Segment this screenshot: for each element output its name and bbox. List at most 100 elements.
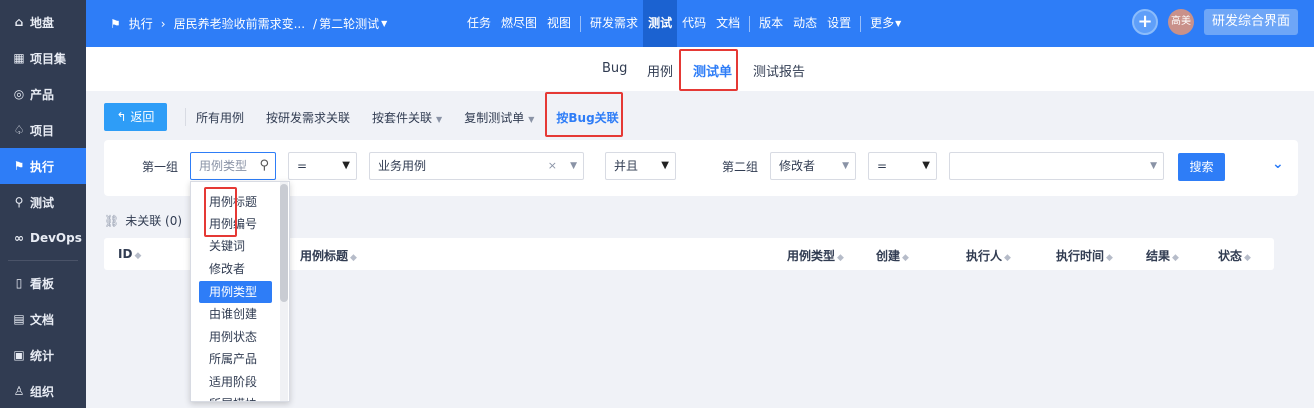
group1-label: 第一组 <box>142 160 179 174</box>
nav-more[interactable]: 更多 <box>865 0 899 47</box>
nav-test[interactable]: 测试 <box>643 0 678 47</box>
sidebar-item-org[interactable]: ♙ 组织 <box>0 373 86 408</box>
filter-link-by-suite[interactable]: 按套件关联 ▼ <box>372 109 442 126</box>
people-icon: ♙ <box>13 384 25 398</box>
top-bar: ⚑ 执行 › 居民养老验收前需求变... / 第二轮测试 ▼ 任务 燃尽图 视图… <box>86 0 1314 47</box>
column-status[interactable]: 状态 ◆ <box>1218 247 1251 264</box>
breadcrumb-project[interactable]: 居民养老验收前需求变... <box>174 15 305 32</box>
column-label: 执行人 <box>966 249 1003 263</box>
avatar[interactable]: 高美 <box>1167 9 1194 35</box>
dropdown-option[interactable]: 用例状态 <box>199 326 272 348</box>
chevron-down-icon: ▼ <box>922 160 930 171</box>
filter-all-cases[interactable]: 所有用例 <box>196 109 244 126</box>
dropdown-option[interactable]: 所属模块 <box>199 393 272 401</box>
nav-burndown[interactable]: 燃尽图 <box>496 0 542 47</box>
back-button[interactable]: ↰ 返回 <box>104 103 167 131</box>
nav-task[interactable]: 任务 <box>462 0 496 47</box>
sort-icon: ◆ <box>350 253 357 263</box>
sidebar-item-project[interactable]: ♤ 项目 <box>0 112 86 148</box>
filter-copy-testtask-label: 复制测试单 <box>464 110 525 125</box>
sort-icon: ◆ <box>1172 253 1179 263</box>
sidebar-divider <box>8 260 78 261</box>
double-chevron-down-icon[interactable]: ⌄ <box>1272 156 1284 172</box>
dropdown-option-selected[interactable]: 用例类型 <box>199 281 272 303</box>
sort-icon: ◆ <box>1004 253 1011 263</box>
chevron-down-icon: ▼ <box>436 114 443 124</box>
highlight-link-by-bug <box>545 92 623 137</box>
column-assignee[interactable]: 执行人 ◆ <box>966 247 1011 264</box>
sidebar-item-devops[interactable]: ∞ DevOps <box>0 220 86 256</box>
nav-doc[interactable]: 文档 <box>711 0 745 47</box>
nav-divider <box>749 15 751 32</box>
scrollbar-thumb[interactable] <box>280 184 288 302</box>
switch-interface-button[interactable]: 研发综合界面 <box>1203 9 1298 35</box>
sort-icon: ◆ <box>837 253 844 263</box>
column-label: 状态 <box>1218 249 1243 263</box>
column-run-time[interactable]: 执行时间 ◆ <box>1056 247 1113 264</box>
sidebar-item-product[interactable]: ◎ 产品 <box>0 76 86 112</box>
filter-copy-testtask[interactable]: 复制测试单 ▼ <box>464 109 534 126</box>
sidebar-item-doc[interactable]: ▤ 文档 <box>0 301 86 337</box>
breadcrumb: ⚑ 执行 › 居民养老验收前需求变... / 第二轮测试 ▼ <box>86 15 387 32</box>
logic-value: 并且 <box>614 159 639 173</box>
tab-testcase[interactable]: 用例 <box>647 61 673 80</box>
sidebar-item-label: 产品 <box>30 87 55 102</box>
chevron-down-icon: ▼ <box>895 19 902 28</box>
nav-view[interactable]: 视图 <box>542 0 576 47</box>
value2-select[interactable]: ▼ <box>949 152 1164 180</box>
dropdown-option[interactable]: 适用阶段 <box>199 371 272 393</box>
tab-testreport[interactable]: 测试报告 <box>753 61 805 80</box>
chevron-down-icon: ▼ <box>570 161 577 171</box>
search-button[interactable]: 搜索 <box>1178 153 1225 181</box>
sidebar-item-test[interactable]: ⚲ 测试 <box>0 184 86 220</box>
nav-version[interactable]: 版本 <box>754 0 788 47</box>
column-label: 用例类型 <box>787 249 836 263</box>
column-label: 结果 <box>1146 249 1171 263</box>
nav-dynamic[interactable]: 动态 <box>788 0 822 47</box>
nav-requirement[interactable]: 研发需求 <box>585 0 643 47</box>
sidebar-item-kanban[interactable]: ▯ 看板 <box>0 265 86 301</box>
filter-link-by-story[interactable]: 按研发需求关联 <box>266 109 350 126</box>
dropdown-scrollbar[interactable] <box>280 182 288 401</box>
sidebar-item-execution[interactable]: ⚑ 执行 <box>0 148 86 184</box>
operator1-value: = <box>297 159 308 173</box>
dropdown-option[interactable]: 所属产品 <box>199 348 272 370</box>
tab-bug[interactable]: Bug <box>602 61 627 76</box>
operator1-select[interactable]: = ▼ <box>288 152 357 180</box>
dropdown-option[interactable]: 关键词 <box>199 235 272 257</box>
column-id[interactable]: ID ◆ <box>118 247 141 261</box>
plus-icon[interactable]: + <box>1131 9 1158 35</box>
column-created[interactable]: 创建 ◆ <box>876 247 909 264</box>
feature-divider <box>185 108 186 126</box>
sidebar-item-dashboard[interactable]: ⌂ 地盘 <box>0 4 86 40</box>
column-type[interactable]: 用例类型 ◆ <box>787 247 844 264</box>
logic-select[interactable]: 并且 ▼ <box>605 152 676 180</box>
nav-code[interactable]: 代码 <box>677 0 711 47</box>
dropdown-option[interactable]: 由谁创建 <box>199 303 272 325</box>
sidebar-item-label: 地盘 <box>30 15 55 30</box>
group2-label: 第二组 <box>722 160 759 174</box>
breadcrumb-execution[interactable]: 执行 <box>129 15 153 32</box>
dropdown-option[interactable]: 修改者 <box>199 258 272 280</box>
column-label: ID <box>118 247 133 261</box>
sidebar-item-label: 项目 <box>30 123 55 138</box>
column-result[interactable]: 结果 ◆ <box>1146 247 1179 264</box>
column-title[interactable]: 用例标题 ◆ <box>300 247 357 264</box>
clear-icon[interactable]: × <box>548 153 557 179</box>
chart-icon: ▣ <box>13 348 25 362</box>
sidebar-item-stats[interactable]: ▣ 统计 <box>0 337 86 373</box>
breadcrumb-round[interactable]: 第二轮测试 <box>319 15 379 32</box>
nav-settings[interactable]: 设置 <box>822 0 856 47</box>
operator2-select[interactable]: = ▼ <box>868 152 937 180</box>
value1-select[interactable]: 业务用例 × ▼ <box>369 152 584 180</box>
chevron-down-icon: ▼ <box>381 19 388 28</box>
field1-select[interactable]: 用例类型 ⚲ <box>190 152 276 180</box>
column-label: 创建 <box>876 249 901 263</box>
chevron-right-icon: › <box>160 16 166 31</box>
chevron-down-icon: ▼ <box>342 160 350 171</box>
sort-icon: ◆ <box>1244 253 1251 263</box>
sidebar-item-label: 项目集 <box>30 51 67 66</box>
field2-select[interactable]: 修改者 ▼ <box>770 152 856 180</box>
sidebar-item-program[interactable]: ▦ 项目集 <box>0 40 86 76</box>
back-arrow-icon: ↰ <box>116 110 131 124</box>
